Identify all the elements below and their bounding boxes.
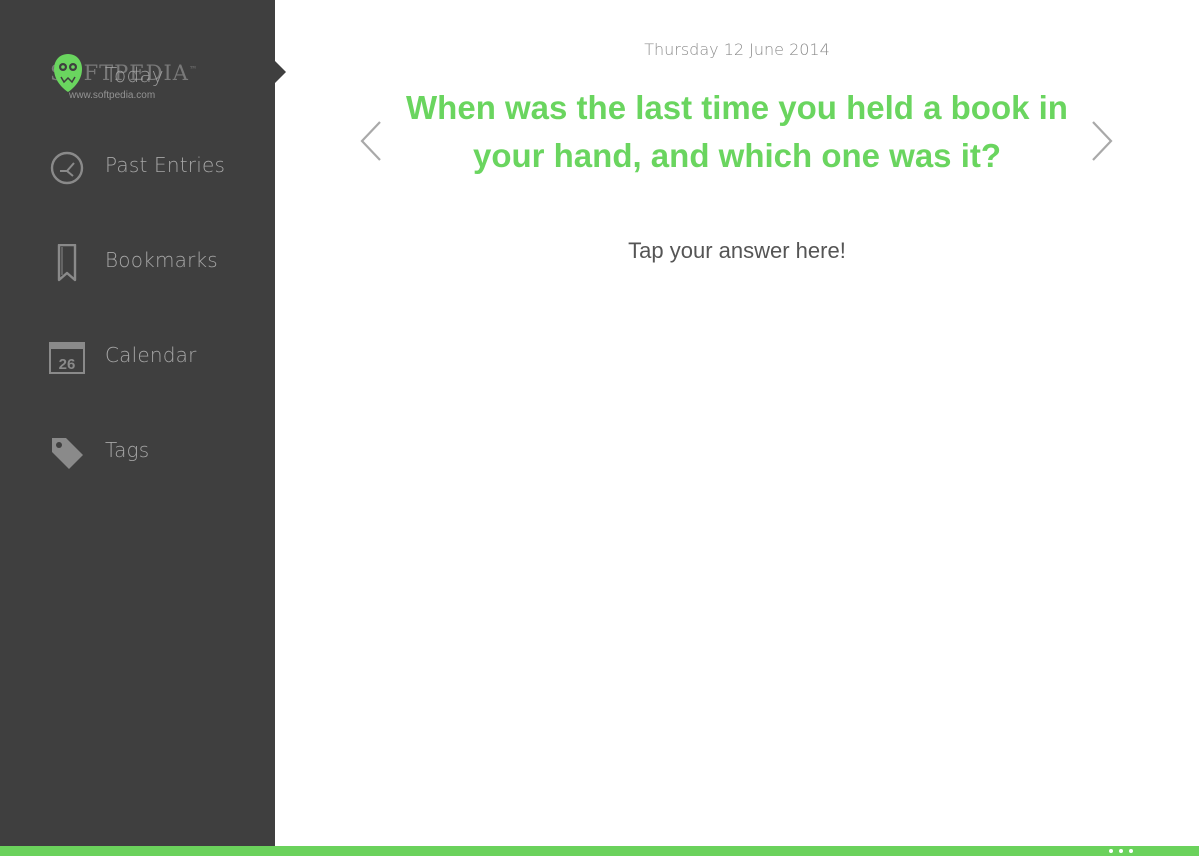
sidebar-item-label: Today: [105, 63, 164, 87]
app-bar[interactable]: [0, 846, 1199, 856]
clock-back-icon: [48, 149, 86, 187]
active-item-pointer: [275, 61, 286, 83]
bookmark-icon: [48, 243, 86, 282]
sidebar-item-past-entries[interactable]: Past Entries: [0, 137, 275, 197]
tag-icon: [48, 434, 86, 472]
previous-question-button[interactable]: [356, 118, 386, 164]
entry-date: Thursday 12 June 2014: [644, 40, 830, 59]
chevron-left-icon: [360, 121, 381, 161]
sidebar-item-tags[interactable]: Tags: [0, 422, 275, 482]
calendar-day-number: 26: [59, 356, 76, 373]
answer-input[interactable]: Tap your answer here!: [540, 238, 934, 264]
sidebar-item-calendar[interactable]: 26 Calendar: [0, 327, 275, 387]
calendar-icon: 26: [48, 339, 86, 377]
chevron-right-icon: [1092, 121, 1113, 161]
sidebar-item-bookmarks[interactable]: Bookmarks: [0, 232, 275, 292]
sidebar: Today Past Entries Bookmarks 26 Calendar…: [0, 0, 275, 846]
next-question-button[interactable]: [1087, 118, 1117, 164]
sidebar-item-label: Calendar: [105, 343, 197, 367]
sidebar-item-label: Tags: [105, 438, 150, 462]
more-dots-icon[interactable]: [1105, 847, 1139, 855]
sidebar-item-label: Past Entries: [105, 153, 226, 177]
sidebar-item-label: Bookmarks: [105, 248, 218, 272]
daily-question: When was the last time you held a book i…: [406, 89, 1068, 174]
